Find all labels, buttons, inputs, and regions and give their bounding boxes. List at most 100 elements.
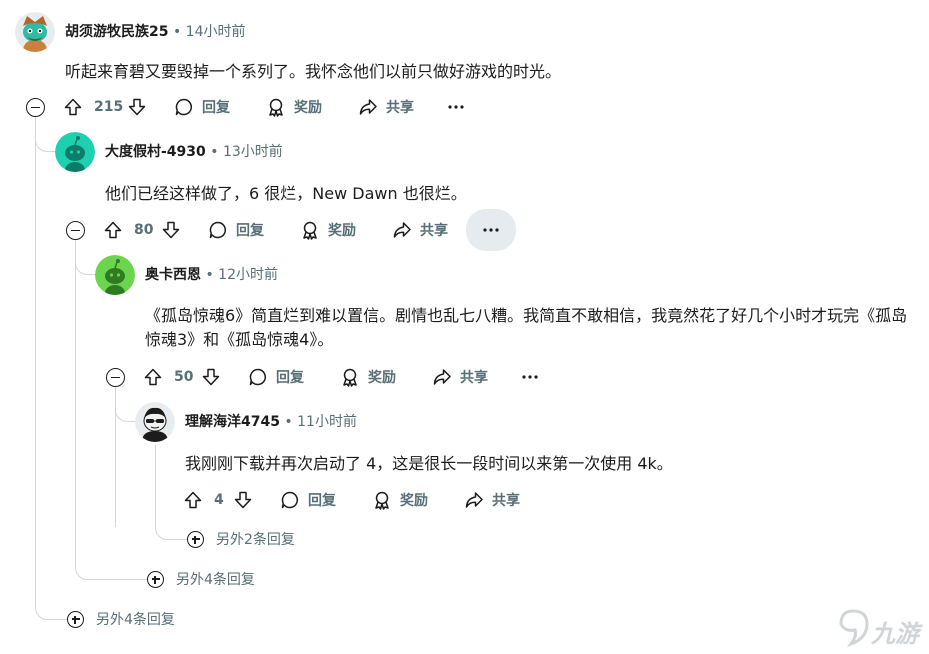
- collapse-thread-button[interactable]: [106, 368, 125, 387]
- username[interactable]: 胡须游牧民族25: [65, 24, 168, 40]
- expand-icon: [67, 611, 84, 628]
- vote-count: 80: [134, 222, 154, 238]
- comment-text: 《孤岛惊魂6》简直烂到难以置信。剧情也乱七八糟。我简直不敢相信，我竟然花了好几个…: [145, 306, 908, 349]
- more-replies-label: 另外4条回复: [176, 572, 255, 588]
- overflow-menu-button[interactable]: [510, 359, 550, 395]
- vote-count: 50: [174, 369, 194, 385]
- expand-icon: [147, 571, 164, 588]
- upvote-button[interactable]: [183, 482, 203, 518]
- share-icon: [465, 492, 483, 508]
- overflow-menu-button[interactable]: [466, 209, 516, 251]
- vote-count: 4: [214, 492, 224, 508]
- thread-curve-more-replies-level-2: [75, 560, 147, 580]
- meta-separator: •: [210, 144, 219, 160]
- thread-curve-reply-level-4: [115, 390, 137, 422]
- comment-action-bar: 215 回复 奖励 共享: [55, 89, 555, 125]
- share-label: 共享: [492, 493, 520, 509]
- downvote-icon: [128, 98, 146, 116]
- username[interactable]: 理解海洋4745: [185, 414, 280, 430]
- comment-meta: 胡须游牧民族25 • 14小时前: [65, 22, 245, 42]
- reply-label: 回复: [276, 370, 304, 386]
- thread-line-level-1: [35, 117, 36, 607]
- comment-text: 听起来育碧又要毁掉一个系列了。我怀念他们以前只做好游戏的时光。: [65, 62, 562, 81]
- award-button[interactable]: 奖励: [266, 89, 322, 125]
- upvote-icon: [144, 368, 162, 386]
- share-label: 共享: [386, 100, 414, 116]
- downvote-button[interactable]: [201, 359, 221, 395]
- overflow-menu-button[interactable]: [436, 89, 476, 125]
- share-icon: [359, 99, 377, 115]
- more-replies-link[interactable]: 另外4条回复: [147, 570, 287, 590]
- comment-icon: [249, 368, 267, 386]
- expand-icon: [187, 531, 204, 548]
- timestamp[interactable]: 14小时前: [186, 24, 246, 40]
- share-icon: [393, 222, 411, 238]
- award-icon: [303, 221, 317, 240]
- comment-action-bar: 80 回复 奖励 共享: [95, 209, 525, 251]
- avatar[interactable]: [55, 132, 95, 172]
- share-button[interactable]: 共享: [464, 482, 520, 518]
- downvote-button[interactable]: [233, 482, 253, 518]
- share-button[interactable]: 共享: [392, 212, 448, 248]
- award-icon: [375, 491, 389, 510]
- downvote-icon: [234, 491, 252, 509]
- award-label: 奖励: [400, 493, 428, 509]
- avatar[interactable]: [95, 255, 135, 295]
- reply-label: 回复: [202, 100, 230, 116]
- collapse-thread-button[interactable]: [26, 98, 45, 117]
- comment-icon: [281, 491, 299, 509]
- reply-button[interactable]: 回复: [248, 359, 304, 395]
- more-replies-link[interactable]: 另外2条回复: [187, 530, 327, 550]
- username[interactable]: 大度假村-4930: [105, 144, 206, 160]
- downvote-icon: [162, 221, 180, 239]
- meta-separator: •: [284, 414, 293, 430]
- award-icon: [343, 368, 357, 387]
- comment-meta: 理解海洋4745 • 11小时前: [185, 412, 357, 432]
- thread-curve-reply-level-3: [75, 243, 97, 275]
- downvote-button[interactable]: [161, 212, 181, 248]
- more-dots-icon: [448, 105, 464, 109]
- comment-meta: 奥卡西恩 • 12小时前: [145, 265, 278, 285]
- downvote-button[interactable]: [127, 89, 147, 125]
- thread-curve-more-replies-level-3: [155, 520, 187, 540]
- avatar[interactable]: [135, 402, 175, 442]
- comment-text: 我刚刚下载并再次启动了 4，这是很长一段时间以来第一次使用 4k。: [185, 454, 673, 473]
- share-icon: [433, 369, 451, 385]
- share-button[interactable]: 共享: [432, 359, 488, 395]
- upvote-icon: [64, 98, 82, 116]
- downvote-icon: [202, 368, 220, 386]
- comment-icon: [175, 98, 193, 116]
- username[interactable]: 奥卡西恩: [145, 267, 201, 283]
- upvote-button[interactable]: [143, 359, 163, 395]
- upvote-icon: [184, 491, 202, 509]
- upvote-button[interactable]: [103, 212, 123, 248]
- vote-count: 215: [94, 99, 124, 115]
- reply-button[interactable]: 回复: [208, 212, 264, 248]
- timestamp[interactable]: 11小时前: [297, 414, 357, 430]
- reply-button[interactable]: 回复: [280, 482, 336, 518]
- award-label: 奖励: [328, 223, 356, 239]
- more-replies-label: 另外4条回复: [96, 612, 175, 628]
- reply-button[interactable]: 回复: [174, 89, 230, 125]
- comment-action-bar: 50 回复 奖励 共享: [135, 359, 565, 395]
- share-button[interactable]: 共享: [358, 89, 414, 125]
- avatar[interactable]: [15, 12, 55, 52]
- award-button[interactable]: 奖励: [372, 482, 428, 518]
- upvote-icon: [104, 221, 122, 239]
- comment-icon: [209, 221, 227, 239]
- share-label: 共享: [420, 223, 448, 239]
- more-dots-icon: [483, 228, 499, 232]
- timestamp[interactable]: 13小时前: [223, 144, 283, 160]
- watermark-text: 九游: [871, 620, 919, 648]
- award-button[interactable]: 奖励: [300, 212, 356, 248]
- meta-separator: •: [172, 24, 182, 40]
- watermark-logo: 九游: [835, 606, 927, 650]
- more-replies-link[interactable]: 另外4条回复: [67, 610, 207, 630]
- award-button[interactable]: 奖励: [340, 359, 396, 395]
- timestamp[interactable]: 12小时前: [218, 267, 278, 283]
- more-dots-icon: [522, 375, 538, 379]
- award-label: 奖励: [294, 100, 322, 116]
- more-replies-label: 另外2条回复: [216, 532, 295, 548]
- collapse-thread-button[interactable]: [66, 221, 85, 240]
- upvote-button[interactable]: [63, 89, 83, 125]
